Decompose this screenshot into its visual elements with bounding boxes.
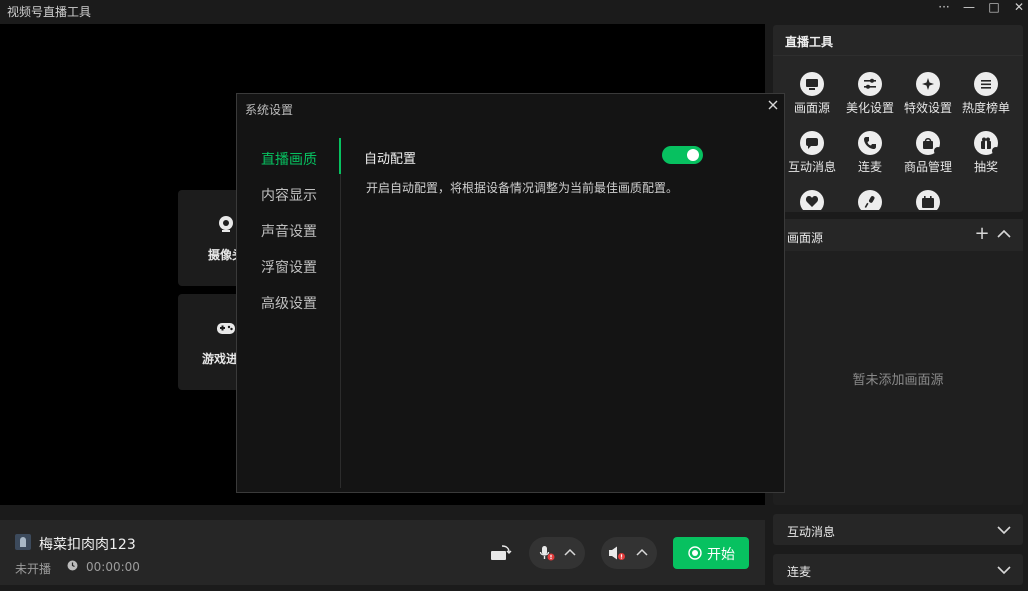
chevron-down-icon[interactable] — [997, 563, 1011, 577]
camera-icon — [219, 216, 233, 232]
chevron-up-icon[interactable] — [564, 548, 576, 558]
chevron-down-icon[interactable] — [997, 523, 1011, 537]
nav-item-content-display[interactable]: 内容显示 — [261, 185, 317, 205]
scene-sources-panel: 画面源 + 暂未添加画面源 — [773, 219, 1023, 505]
toggle-knob — [687, 149, 699, 161]
tool-hot-ranking[interactable]: 热度榜单 — [957, 72, 1015, 126]
interaction-messages-title: 互动消息 — [787, 525, 836, 539]
co-host-title: 连麦 — [787, 565, 812, 579]
tool-interaction-messages[interactable]: 互动消息 — [783, 131, 841, 185]
live-status: 未开播 — [15, 562, 52, 576]
tool-label: 热度榜单 — [961, 101, 1010, 115]
game-source-label: 游戏进 — [202, 352, 239, 366]
tool-scene-source[interactable]: 画面源 — [783, 72, 841, 126]
mic-icon — [864, 196, 875, 208]
tool-label: 特效设置 — [903, 101, 952, 115]
auto-config-label: 自动配置 — [364, 152, 417, 167]
phone-icon — [864, 137, 876, 149]
tool-co-host[interactable]: 连麦 — [841, 131, 899, 185]
clock-icon — [67, 560, 78, 571]
bottom-bar: 梅菜扣肉肉123 未开播 00:00:00 开始 — [0, 520, 765, 585]
mic-icon — [539, 546, 555, 561]
tool-lottery[interactable]: 抽奖 — [957, 131, 1015, 185]
gamepad-icon — [217, 323, 235, 334]
tool-schedule[interactable] — [899, 190, 957, 210]
live-tools-panel: 直播工具 画面源 美化设置 特效设置 热度榜单 互动消息 连麦 商品管理 抽奖 — [773, 25, 1023, 212]
chat-icon — [806, 138, 818, 149]
nav-item-float-window[interactable]: 浮窗设置 — [261, 257, 317, 277]
more-icon[interactable]: ··· — [931, 0, 957, 18]
heart-icon — [805, 196, 819, 207]
tool-label: 美化设置 — [845, 101, 894, 115]
gift-icon — [981, 137, 991, 149]
sparkle-icon — [922, 78, 934, 90]
bag-icon — [923, 138, 933, 149]
username: 梅菜扣肉肉123 — [39, 537, 136, 553]
chevron-up-icon[interactable] — [636, 548, 648, 558]
live-timer: 00:00:00 — [86, 560, 140, 574]
interaction-messages-panel[interactable]: 互动消息 — [773, 514, 1023, 545]
tool-label: 抽奖 — [973, 160, 998, 174]
system-settings-dialog: 系统设置 直播画质 内容显示 声音设置 浮窗设置 高级设置 自动配置 开启自动配… — [236, 93, 785, 493]
divider — [340, 138, 341, 488]
divider — [773, 55, 1023, 56]
empty-scenes-text: 暂未添加画面源 — [852, 373, 944, 388]
avatar — [15, 534, 31, 550]
chevron-up-icon[interactable] — [996, 226, 1012, 242]
nav-item-sound-settings[interactable]: 声音设置 — [261, 221, 317, 241]
auto-config-toggle[interactable] — [662, 146, 703, 164]
nav-item-advanced[interactable]: 高级设置 — [261, 293, 317, 313]
start-label: 开始 — [707, 547, 735, 563]
external-link-icon — [934, 147, 942, 155]
tool-label: 画面源 — [793, 101, 830, 115]
list-icon — [981, 80, 991, 89]
dialog-title: 系统设置 — [245, 103, 294, 117]
speaker-icon — [609, 546, 625, 560]
tools-title: 直播工具 — [785, 35, 834, 49]
tool-label: 互动消息 — [787, 160, 836, 174]
co-host-panel[interactable]: 连麦 — [773, 554, 1023, 585]
close-icon[interactable]: ✕ — [1006, 0, 1028, 18]
start-live-button[interactable]: 开始 — [673, 537, 749, 569]
record-icon — [688, 546, 702, 560]
scene-sources-title: 画面源 — [787, 231, 824, 245]
app-title: 视频号直播工具 — [7, 5, 92, 19]
calendar-icon — [922, 196, 934, 208]
sliders-icon — [864, 78, 876, 89]
tool-product-management[interactable]: 商品管理 — [899, 131, 957, 185]
screen-icon — [806, 79, 818, 90]
scene-sources-header: 画面源 + — [773, 219, 1023, 251]
auto-config-description: 开启自动配置，将根据设备情况调整为当前最佳画质配置。 — [366, 181, 679, 195]
external-link-icon — [992, 147, 1000, 155]
tool-label: 连麦 — [857, 160, 882, 174]
close-icon[interactable] — [767, 99, 779, 111]
tool-effects-settings[interactable]: 特效设置 — [899, 72, 957, 126]
tool-label: 商品管理 — [903, 160, 952, 174]
title-bar: 视频号直播工具 ··· — □ ✕ — [0, 0, 1028, 22]
active-indicator — [339, 138, 341, 174]
tool-mic[interactable] — [841, 190, 899, 210]
nav-item-live-quality[interactable]: 直播画质 — [261, 149, 317, 169]
add-scene-button[interactable]: + — [974, 225, 990, 243]
microphone-control[interactable] — [529, 537, 585, 569]
tool-like[interactable] — [783, 190, 841, 210]
maximize-icon[interactable]: □ — [981, 0, 1007, 18]
speaker-control[interactable] — [601, 537, 657, 569]
rotate-screen-icon[interactable] — [490, 544, 512, 562]
minimize-icon[interactable]: — — [956, 0, 982, 18]
tool-beauty-settings[interactable]: 美化设置 — [841, 72, 899, 126]
